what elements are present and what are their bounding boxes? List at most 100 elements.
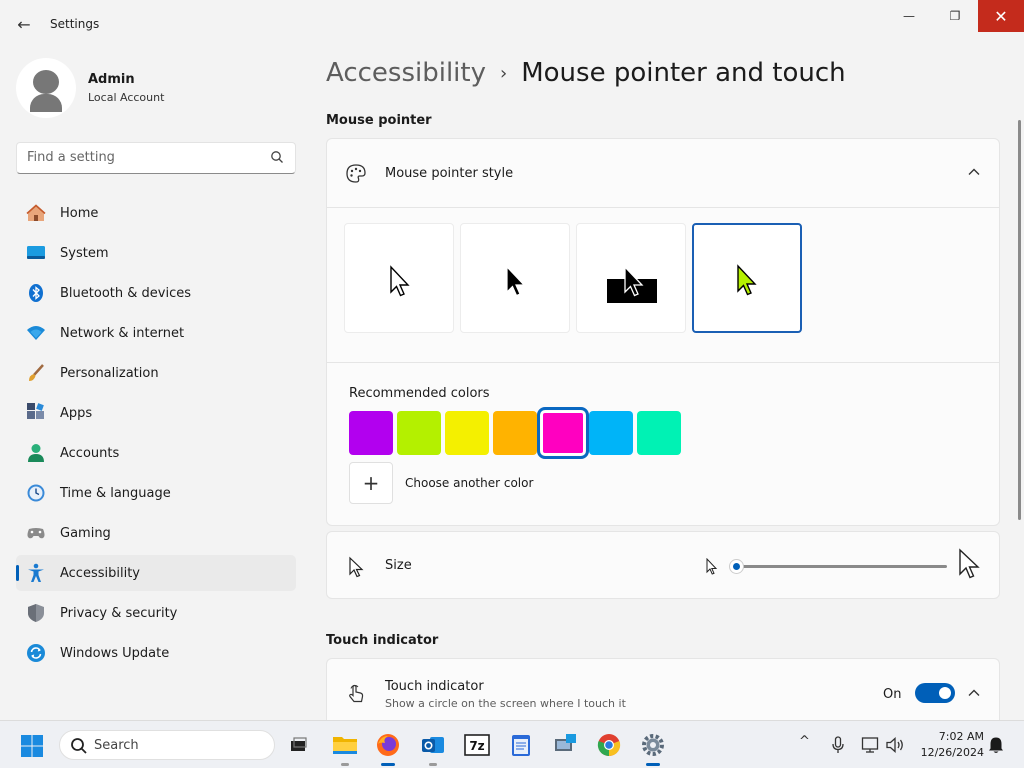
- section-title-touch-indicator: Touch indicator: [326, 633, 439, 648]
- search-icon: [71, 738, 87, 754]
- tray-overflow-chevron-icon[interactable]: ^: [799, 734, 810, 749]
- title-bar: ← Settings — ❐ ✕: [0, 0, 1024, 48]
- shield-icon: [28, 604, 44, 622]
- sidebar-nav: Home System Bluetooth & devices Network …: [16, 195, 296, 675]
- pointer-style-black[interactable]: [460, 223, 570, 333]
- taskbar-app-outlook[interactable]: [419, 731, 447, 766]
- sidebar-item-label: Accessibility: [60, 565, 140, 581]
- size-slider-thumb[interactable]: [730, 560, 743, 573]
- breadcrumb-parent-link[interactable]: Accessibility: [326, 58, 486, 88]
- sidebar-item-accessibility[interactable]: Accessibility: [16, 555, 296, 591]
- running-indicator: [381, 763, 395, 766]
- restore-button[interactable]: ❐: [932, 0, 978, 32]
- notification-bell-icon[interactable]: [988, 736, 1004, 754]
- sidebar-item-label: Accounts: [60, 445, 120, 461]
- taskbar-app-7zip[interactable]: 7z: [463, 731, 491, 759]
- toggle-state-label: On: [883, 687, 902, 702]
- pointer-style-custom[interactable]: [692, 223, 802, 333]
- sidebar-item-home[interactable]: Home: [16, 195, 296, 231]
- black-pointer-icon: [506, 265, 526, 297]
- color-swatch-pink[interactable]: [537, 407, 589, 459]
- sidebar-item-label: Bluetooth & devices: [60, 285, 191, 301]
- back-arrow-icon[interactable]: ←: [12, 12, 36, 36]
- taskbar-app-settings[interactable]: [639, 731, 667, 766]
- sidebar-item-gaming[interactable]: Gaming: [16, 515, 296, 551]
- large-pointer-icon: [959, 548, 980, 579]
- sidebar-item-label: Windows Update: [60, 645, 170, 661]
- size-slider-track[interactable]: [737, 565, 947, 568]
- pointer-style-inverted[interactable]: [576, 223, 686, 333]
- taskbar-app-notepad[interactable]: [507, 731, 535, 759]
- wifi-icon: [27, 326, 45, 340]
- file-explorer-icon: [333, 737, 357, 754]
- color-swatch-sky-blue[interactable]: [589, 411, 633, 455]
- network-wired-icon[interactable]: [861, 736, 879, 754]
- sidebar-item-apps[interactable]: Apps: [16, 395, 296, 431]
- sidebar-item-accounts[interactable]: Accounts: [16, 435, 296, 471]
- avatar-head: [33, 70, 59, 94]
- choose-another-color-label[interactable]: Choose another color: [405, 476, 533, 490]
- update-icon: [27, 644, 45, 662]
- sidebar-item-personalization[interactable]: Personalization: [16, 355, 296, 391]
- windows-start-icon[interactable]: [20, 734, 44, 758]
- touch-indicator-toggle[interactable]: [915, 683, 955, 703]
- close-button[interactable]: ✕: [978, 0, 1024, 32]
- taskbar-app-file-explorer[interactable]: [331, 731, 359, 766]
- sidebar-item-time-language[interactable]: Time & language: [16, 475, 296, 511]
- sidebar-item-system[interactable]: System: [16, 235, 296, 271]
- clock-date: 12/26/2024: [920, 746, 984, 759]
- taskbar-search-label: Search: [94, 738, 139, 753]
- size-label: Size: [385, 558, 412, 573]
- task-view-button[interactable]: [284, 731, 312, 759]
- pointer-size-card: Size: [326, 531, 1000, 599]
- mouse-pointer-style-header[interactable]: Mouse pointer style: [327, 139, 999, 207]
- sidebar-item-windows-update[interactable]: Windows Update: [16, 635, 296, 671]
- search-input[interactable]: [27, 150, 257, 165]
- accounts-icon: [28, 444, 44, 462]
- color-swatch-aqua[interactable]: [637, 411, 681, 455]
- settings-search[interactable]: [16, 142, 296, 174]
- taskbar-clock[interactable]: 7:02 AM 12/26/2024: [914, 729, 984, 761]
- sidebar-item-network[interactable]: Network & internet: [16, 315, 296, 351]
- sidebar-item-label: Gaming: [60, 525, 111, 541]
- running-indicator: [429, 763, 437, 766]
- color-swatch-purple[interactable]: [349, 411, 393, 455]
- breadcrumb: Accessibility › Mouse pointer and touch: [326, 58, 846, 88]
- microphone-icon[interactable]: [831, 736, 845, 754]
- chevron-up-icon[interactable]: [967, 165, 981, 179]
- gamepad-icon: [27, 528, 45, 539]
- profile-account-type: Local Account: [88, 91, 165, 104]
- profile-name: Admin: [88, 72, 135, 87]
- notepad-icon: [512, 735, 530, 756]
- running-indicator: [646, 763, 660, 766]
- 7zip-icon: 7z: [464, 734, 490, 756]
- mouse-pointer-style-card: Mouse pointer style Recommended colors +…: [326, 138, 1000, 526]
- accessibility-icon: [28, 563, 44, 582]
- volume-icon[interactable]: [885, 736, 905, 754]
- sidebar-item-privacy[interactable]: Privacy & security: [16, 595, 296, 631]
- color-swatch-yellow[interactable]: [445, 411, 489, 455]
- color-swatch-lime[interactable]: [397, 411, 441, 455]
- remote-desktop-icon: [555, 734, 576, 751]
- custom-color-pointer-icon: [737, 264, 757, 296]
- color-swatch-orange[interactable]: [493, 411, 537, 455]
- minimize-button[interactable]: —: [886, 0, 932, 32]
- taskbar-search[interactable]: Search: [59, 730, 275, 760]
- page-scrollbar[interactable]: [1018, 120, 1021, 520]
- sidebar-item-label: Personalization: [60, 365, 159, 381]
- chevron-up-icon[interactable]: [967, 686, 981, 700]
- sidebar-item-bluetooth[interactable]: Bluetooth & devices: [16, 275, 296, 311]
- sidebar-item-label: Time & language: [60, 485, 171, 501]
- app-title: Settings: [50, 17, 100, 31]
- taskbar-app-chrome[interactable]: [595, 731, 623, 759]
- page-title: Mouse pointer and touch: [521, 58, 846, 88]
- breadcrumb-separator: ›: [500, 62, 508, 84]
- pointer-style-white[interactable]: [344, 223, 454, 333]
- task-view-icon: [291, 737, 307, 751]
- taskbar-app-remote-desktop[interactable]: [551, 731, 579, 759]
- chrome-icon: [597, 734, 621, 757]
- user-profile[interactable]: Admin Local Account: [16, 58, 296, 118]
- add-color-button[interactable]: +: [349, 462, 393, 504]
- taskbar-app-firefox[interactable]: [374, 731, 402, 766]
- svg-text:7z: 7z: [469, 739, 484, 753]
